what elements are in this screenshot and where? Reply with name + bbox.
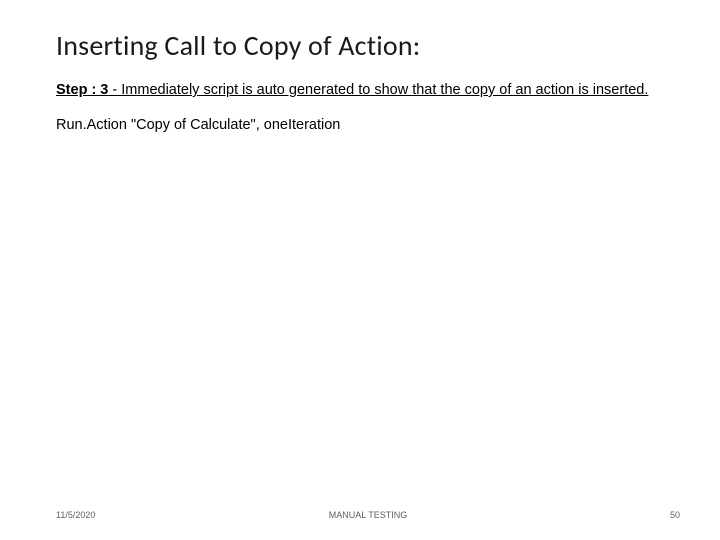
generated-script-line: Run.Action "Copy of Calculate", oneItera… [56,117,664,133]
step-label: Step : 3 [56,82,108,98]
step-text: - Immediately script is auto generated t… [108,82,648,98]
footer-title: MANUAL TESTING [56,510,680,520]
step-description: Step : 3 - Immediately script is auto ge… [56,81,664,101]
slide-footer: 11/5/2020 MANUAL TESTING 50 [56,510,680,520]
page-title: Inserting Call to Copy of Action: [56,28,664,63]
slide: Inserting Call to Copy of Action: Step :… [0,0,720,540]
